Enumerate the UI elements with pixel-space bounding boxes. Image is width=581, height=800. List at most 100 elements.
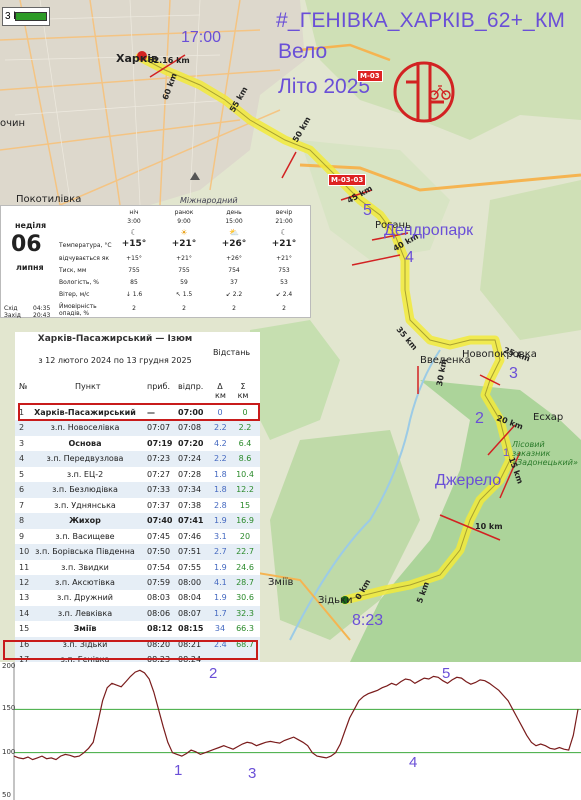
weather-month: липня bbox=[16, 263, 44, 272]
row-number: 9 bbox=[19, 531, 25, 541]
km-62: 62.16 km bbox=[148, 56, 190, 65]
row-arrival: 07:54 bbox=[147, 562, 171, 572]
row-delta-km: 1.8 bbox=[214, 485, 227, 495]
wind-arrow-icon: ↙ bbox=[225, 291, 233, 298]
weather-temp: +21° bbox=[271, 239, 297, 249]
sunrise-time: 04:35 bbox=[33, 305, 51, 312]
row-arrival: 07:59 bbox=[147, 577, 171, 587]
weather-panel: неділя 06 липня Схід 04:35 Захід 20:43 Т… bbox=[0, 205, 311, 319]
profile-mark-3: 3 bbox=[248, 765, 257, 782]
row-stop: з.п. Дружний bbox=[56, 593, 113, 603]
table-row: 2 з.п. Новоселівка 07:07 07:08 2.2 2.2 bbox=[15, 420, 260, 436]
weather-wind: ↖ 1.5 bbox=[159, 291, 209, 298]
sun-icon: ☀ bbox=[180, 228, 188, 237]
label-zidky: Зідьки bbox=[318, 595, 353, 606]
row-sum-km: 8.6 bbox=[238, 454, 252, 464]
wind-arrow-icon: ↖ bbox=[175, 291, 183, 298]
weather-col-time: 15:00 bbox=[225, 218, 243, 225]
col-dep: відпр. bbox=[178, 382, 204, 391]
weather-humidity: 59 bbox=[180, 279, 188, 286]
timetable-dates: з 12 лютого 2024 по 13 грудня 2025 bbox=[38, 356, 192, 365]
weather-pressure: 755 bbox=[128, 267, 140, 274]
profile-mark-1: 1 bbox=[174, 762, 183, 779]
row-arrival: 07:45 bbox=[147, 531, 171, 541]
row-delta-km: 34 bbox=[214, 624, 226, 634]
row-sum-km: 16.9 bbox=[236, 516, 254, 526]
row-stop: Основа bbox=[68, 438, 102, 448]
row-delta-km: 2.2 bbox=[214, 454, 227, 464]
table-row: 15 Зміїв 08:12 08:15 34 66.3 bbox=[15, 621, 260, 637]
row-sum-km: 20 bbox=[239, 531, 251, 541]
row-sum-km: 24.6 bbox=[236, 562, 254, 572]
weather-col-name: день bbox=[226, 209, 242, 216]
elevation-line bbox=[13, 669, 579, 761]
weather-temp: +21° bbox=[171, 239, 197, 249]
y-tick-50: 50 bbox=[2, 791, 11, 799]
timetable-route: Харків-Пасажирський — Ізюм bbox=[37, 334, 193, 344]
row-stop: з.п. Уднянська bbox=[54, 500, 116, 510]
map-point-4: 4 bbox=[405, 249, 414, 266]
weather-precip: 2 bbox=[282, 305, 286, 312]
wind-value: 2.4 bbox=[282, 291, 293, 298]
row-departure: 07:28 bbox=[178, 469, 202, 479]
row-departure: 07:38 bbox=[178, 500, 202, 510]
row-arrival: 08:06 bbox=[147, 608, 171, 618]
col-no: № bbox=[19, 382, 28, 391]
row-number: 11 bbox=[19, 562, 30, 572]
table-row: 13 з.п. Дружний 08:03 08:04 1.9 30.6 bbox=[15, 590, 260, 606]
weather-pressure: 754 bbox=[228, 267, 240, 274]
map-point-5: 5 bbox=[363, 202, 372, 219]
moon-icon: ☾ bbox=[130, 228, 138, 237]
row-delta-km: 1.9 bbox=[214, 593, 227, 603]
weather-feels: +21° bbox=[276, 255, 292, 262]
row-departure: 07:41 bbox=[178, 516, 204, 526]
weather-col-time: 9:00 bbox=[177, 218, 191, 225]
start-time: 17:00 bbox=[181, 29, 222, 46]
train-timetable: Харків-Пасажирський — Ізюм з 12 лютого 2… bbox=[15, 332, 260, 668]
weather-wind: ↙ 2.4 bbox=[259, 291, 309, 298]
row-departure: 07:34 bbox=[178, 485, 202, 495]
map-point-dzherelo: Джерело bbox=[435, 472, 502, 489]
col-sum: Σ км bbox=[237, 382, 249, 400]
wind-value: 1.6 bbox=[132, 291, 143, 298]
row-number: 7 bbox=[19, 500, 25, 510]
map-point-1: 1 bbox=[503, 447, 510, 459]
col-stop: Пункт bbox=[75, 382, 101, 391]
row-stop: з.п. Борівська Південна bbox=[35, 547, 135, 557]
row-sum-km: 66.3 bbox=[236, 624, 254, 634]
wind-arrow-icon: ↙ bbox=[275, 291, 283, 298]
row-arrival: 07:50 bbox=[147, 547, 171, 557]
road-m0303: M-03-03 bbox=[328, 174, 367, 186]
row-arrival: 07:40 bbox=[147, 516, 173, 526]
weather-precip: 2 bbox=[182, 305, 186, 312]
row-delta-km: 2.8 bbox=[214, 500, 227, 510]
wind-value: 1.5 bbox=[182, 291, 193, 298]
row-arrival: 07:07 bbox=[147, 423, 171, 433]
row-departure: 08:00 bbox=[178, 577, 202, 587]
y-tick-100: 100 bbox=[2, 748, 16, 756]
end-time: 8:23 bbox=[352, 612, 384, 629]
timetable-columns: № Пункт приб. відпр. Δ км Σ км bbox=[15, 378, 260, 400]
row-arrival: 08:12 bbox=[147, 624, 173, 634]
row-departure: 08:04 bbox=[178, 593, 202, 603]
row-sum-km: 10.4 bbox=[236, 469, 254, 479]
label-ochyn: очин bbox=[0, 118, 26, 129]
weather-col-time: 3:00 bbox=[127, 218, 141, 225]
y-tick-150: 150 bbox=[2, 704, 16, 712]
row-number: 12 bbox=[19, 577, 30, 587]
row-sum-km: 6.4 bbox=[238, 438, 252, 448]
row-stop: з.п. Новоселівка bbox=[50, 423, 120, 433]
weather-day-number: 06 bbox=[11, 232, 42, 257]
weather-wind: ↓ 1.6 bbox=[109, 291, 159, 298]
row-delta-km: 2.2 bbox=[214, 423, 227, 433]
row-sum-km: 30.6 bbox=[236, 593, 254, 603]
table-row: 11 з.п. Звидки 07:54 07:55 1.9 24.6 bbox=[15, 560, 260, 576]
weather-col-name: ранок bbox=[174, 209, 194, 216]
weather-pressure: 753 bbox=[278, 267, 290, 274]
row-stop: Зміїв bbox=[73, 624, 97, 634]
col-delta: Δ км bbox=[215, 382, 226, 400]
sunset-label: Захід bbox=[4, 312, 21, 319]
weather-wind: ↙ 2.2 bbox=[209, 291, 259, 298]
table-row: 10 з.п. Борівська Південна 07:50 07:51 2.7 22… bbox=[15, 544, 260, 560]
sunset-time: 20:43 bbox=[33, 312, 51, 319]
